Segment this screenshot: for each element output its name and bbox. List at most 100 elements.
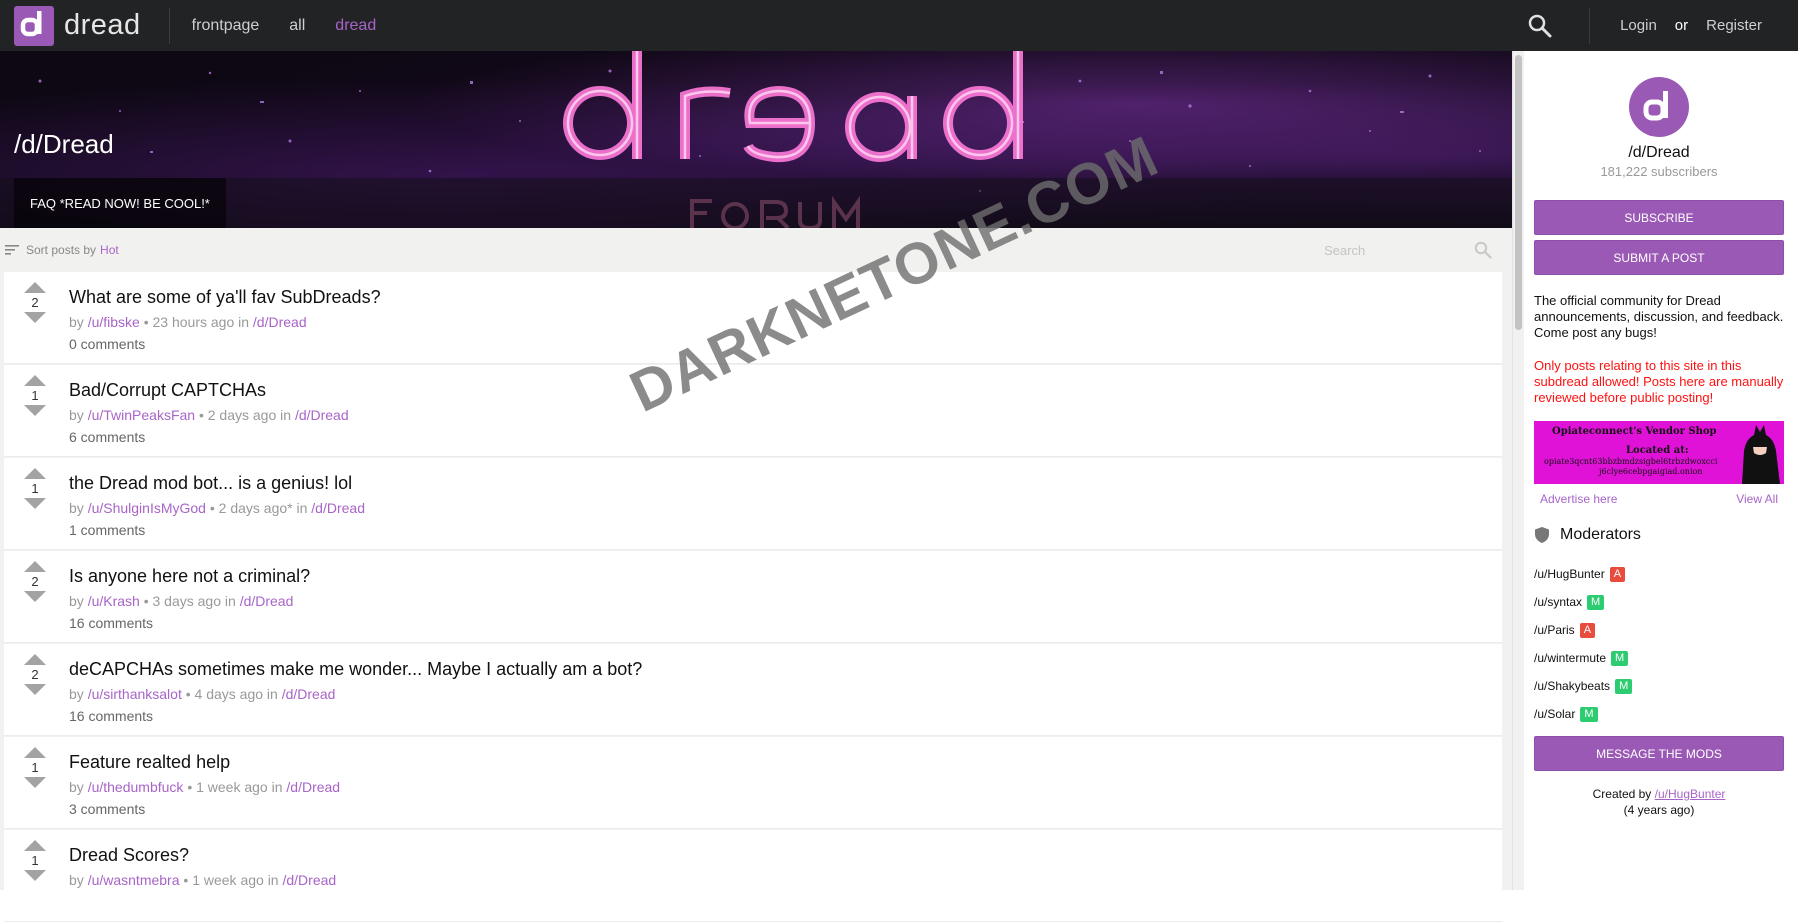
post-comments-link[interactable]: 16 comments bbox=[69, 615, 153, 631]
moderator-link[interactable]: /u/syntax bbox=[1534, 595, 1582, 609]
upvote-arrow-icon[interactable] bbox=[24, 468, 46, 479]
upvote-arrow-icon[interactable] bbox=[24, 747, 46, 758]
post-subdread-link[interactable]: /d/Dread bbox=[240, 593, 294, 609]
post-subdread-link[interactable]: /d/Dread bbox=[253, 314, 307, 330]
login-link[interactable]: Login bbox=[1620, 17, 1657, 34]
search-icon[interactable] bbox=[1527, 13, 1553, 39]
downvote-arrow-icon[interactable] bbox=[24, 777, 46, 788]
post-author-link[interactable]: /u/thedumbfuck bbox=[88, 779, 184, 795]
scrollbar-thumb[interactable] bbox=[1515, 55, 1522, 330]
post-title-link[interactable]: deCAPCHAs sometimes make me wonder... Ma… bbox=[69, 659, 642, 680]
subscribe-button[interactable]: SUBSCRIBE bbox=[1534, 200, 1784, 235]
post-subdread-link[interactable]: /d/Dread bbox=[286, 779, 340, 795]
post-by: by bbox=[69, 593, 84, 609]
post-author-link[interactable]: /u/TwinPeaksFan bbox=[88, 407, 195, 423]
upvote-arrow-icon[interactable] bbox=[24, 561, 46, 572]
vote-widget: 1 bbox=[21, 747, 49, 788]
post-by: by bbox=[69, 407, 84, 423]
post-meta: by /u/Krash • 3 days ago in /d/Dread bbox=[69, 593, 293, 609]
post-author-link[interactable]: /u/fibske bbox=[88, 314, 140, 330]
moderator-link[interactable]: /u/wintermute bbox=[1534, 651, 1606, 665]
nav-dread[interactable]: dread bbox=[335, 17, 376, 35]
vote-widget: 2 bbox=[21, 654, 49, 695]
top-navbar: dread frontpage all dread Login or Regis… bbox=[0, 0, 1798, 51]
or-text: or bbox=[1674, 17, 1689, 34]
upvote-arrow-icon[interactable] bbox=[24, 282, 46, 293]
post-comments-link[interactable]: 1 comments bbox=[69, 522, 145, 538]
post-item: 1 Feature realted help by /u/thedumbfuck… bbox=[4, 737, 1502, 829]
tab-faq[interactable]: FAQ *READ NOW! BE COOL!* bbox=[14, 178, 226, 228]
post-title-link[interactable]: What are some of ya'll fav SubDreads? bbox=[69, 287, 381, 308]
post-title-link[interactable]: Dread Scores? bbox=[69, 845, 189, 866]
post-author-link[interactable]: /u/sirthanksalot bbox=[88, 686, 182, 702]
post-time: • 1 week ago in bbox=[187, 779, 283, 795]
post-author-link[interactable]: /u/ShulginIsMyGod bbox=[88, 500, 206, 516]
message-mods-button[interactable]: MESSAGE THE MODS bbox=[1534, 736, 1784, 771]
moderator-link[interactable]: /u/Solar bbox=[1534, 707, 1575, 721]
creator-link[interactable]: /u/HugBunter bbox=[1655, 787, 1726, 801]
vendor-ad-banner[interactable]: Opiateconnect's Vendor Shop Located at: … bbox=[1534, 421, 1784, 484]
moderator-list: /u/HugBunter A /u/syntax M /u/Paris A /u… bbox=[1534, 560, 1784, 728]
ad-address-2: j6clye6cebpgaigiad.onion bbox=[1599, 467, 1703, 476]
post-comments-link[interactable]: 0 comments bbox=[69, 336, 145, 352]
subdread-name: /d/Dread bbox=[1628, 144, 1690, 161]
post-time: • 23 hours ago in bbox=[143, 314, 250, 330]
downvote-arrow-icon[interactable] bbox=[24, 312, 46, 323]
brand-name[interactable]: dread bbox=[64, 9, 141, 42]
auth-divider bbox=[1589, 7, 1591, 44]
main-nav: frontpage all dread bbox=[192, 17, 377, 35]
vote-widget: 2 bbox=[21, 282, 49, 323]
moderator-link[interactable]: /u/HugBunter bbox=[1534, 567, 1605, 581]
submit-post-button[interactable]: SUBMIT A POST bbox=[1534, 240, 1784, 275]
post-title-link[interactable]: Is anyone here not a criminal? bbox=[69, 566, 310, 587]
post-comments-link[interactable]: 3 comments bbox=[69, 801, 145, 817]
banner-tab-bar: FAQ *READ NOW! BE COOL!* bbox=[0, 178, 1512, 228]
post-score: 1 bbox=[31, 481, 39, 496]
post-time: • 1 week ago in bbox=[183, 872, 279, 888]
advertise-link[interactable]: Advertise here bbox=[1540, 492, 1617, 506]
downvote-arrow-icon[interactable] bbox=[24, 405, 46, 416]
downvote-arrow-icon[interactable] bbox=[24, 591, 46, 602]
subdread-banner: /d/Dread FAQ *READ NOW! BE COOL!* bbox=[0, 51, 1512, 228]
sort-icon[interactable] bbox=[4, 244, 20, 256]
post-comments-link[interactable]: 16 comments bbox=[69, 708, 153, 724]
post-title-link[interactable]: Feature realted help bbox=[69, 752, 230, 773]
page-title: /d/Dread bbox=[14, 129, 114, 159]
sort-hot-link[interactable]: Hot bbox=[100, 243, 119, 257]
search-icon[interactable] bbox=[1474, 241, 1492, 259]
scrollbar[interactable] bbox=[1512, 51, 1524, 890]
post-by: by bbox=[69, 500, 84, 516]
register-link[interactable]: Register bbox=[1706, 17, 1762, 34]
post-author-link[interactable]: /u/Krash bbox=[88, 593, 140, 609]
ad-links: Advertise here View All bbox=[1534, 492, 1784, 506]
post-score: 2 bbox=[31, 667, 39, 682]
admin-badge: A bbox=[1609, 566, 1626, 582]
post-comments-link[interactable]: 6 comments bbox=[69, 429, 145, 445]
search-input[interactable] bbox=[1324, 238, 1474, 262]
upvote-arrow-icon[interactable] bbox=[24, 840, 46, 851]
mod-badge: M bbox=[1611, 650, 1629, 666]
post-subdread-link[interactable]: /d/Dread bbox=[282, 872, 336, 888]
moderator-link[interactable]: /u/Shakybeats bbox=[1534, 679, 1610, 693]
post-subdread-link[interactable]: /d/Dread bbox=[295, 407, 349, 423]
post-title-link[interactable]: Bad/Corrupt CAPTCHAs bbox=[69, 380, 266, 401]
post-meta: by /u/ShulginIsMyGod • 2 days ago* in /d… bbox=[69, 500, 365, 516]
view-all-link[interactable]: View All bbox=[1736, 492, 1778, 506]
moderator-link[interactable]: /u/Paris bbox=[1534, 623, 1575, 637]
downvote-arrow-icon[interactable] bbox=[24, 498, 46, 509]
mod-badge: M bbox=[1615, 678, 1633, 694]
downvote-arrow-icon[interactable] bbox=[24, 870, 46, 881]
auth-area: Login or Register bbox=[1527, 0, 1798, 51]
nav-frontpage[interactable]: frontpage bbox=[192, 17, 260, 35]
upvote-arrow-icon[interactable] bbox=[24, 375, 46, 386]
post-subdread-link[interactable]: /d/Dread bbox=[311, 500, 365, 516]
batman-figure-icon bbox=[1742, 425, 1780, 484]
nav-all[interactable]: all bbox=[289, 17, 305, 35]
post-by: by bbox=[69, 779, 84, 795]
downvote-arrow-icon[interactable] bbox=[24, 684, 46, 695]
post-title-link[interactable]: the Dread mod bot... is a genius! lol bbox=[69, 473, 352, 494]
upvote-arrow-icon[interactable] bbox=[24, 654, 46, 665]
post-subdread-link[interactable]: /d/Dread bbox=[282, 686, 336, 702]
dread-logo-icon[interactable] bbox=[14, 5, 54, 46]
post-author-link[interactable]: /u/wasntmebra bbox=[88, 872, 180, 888]
